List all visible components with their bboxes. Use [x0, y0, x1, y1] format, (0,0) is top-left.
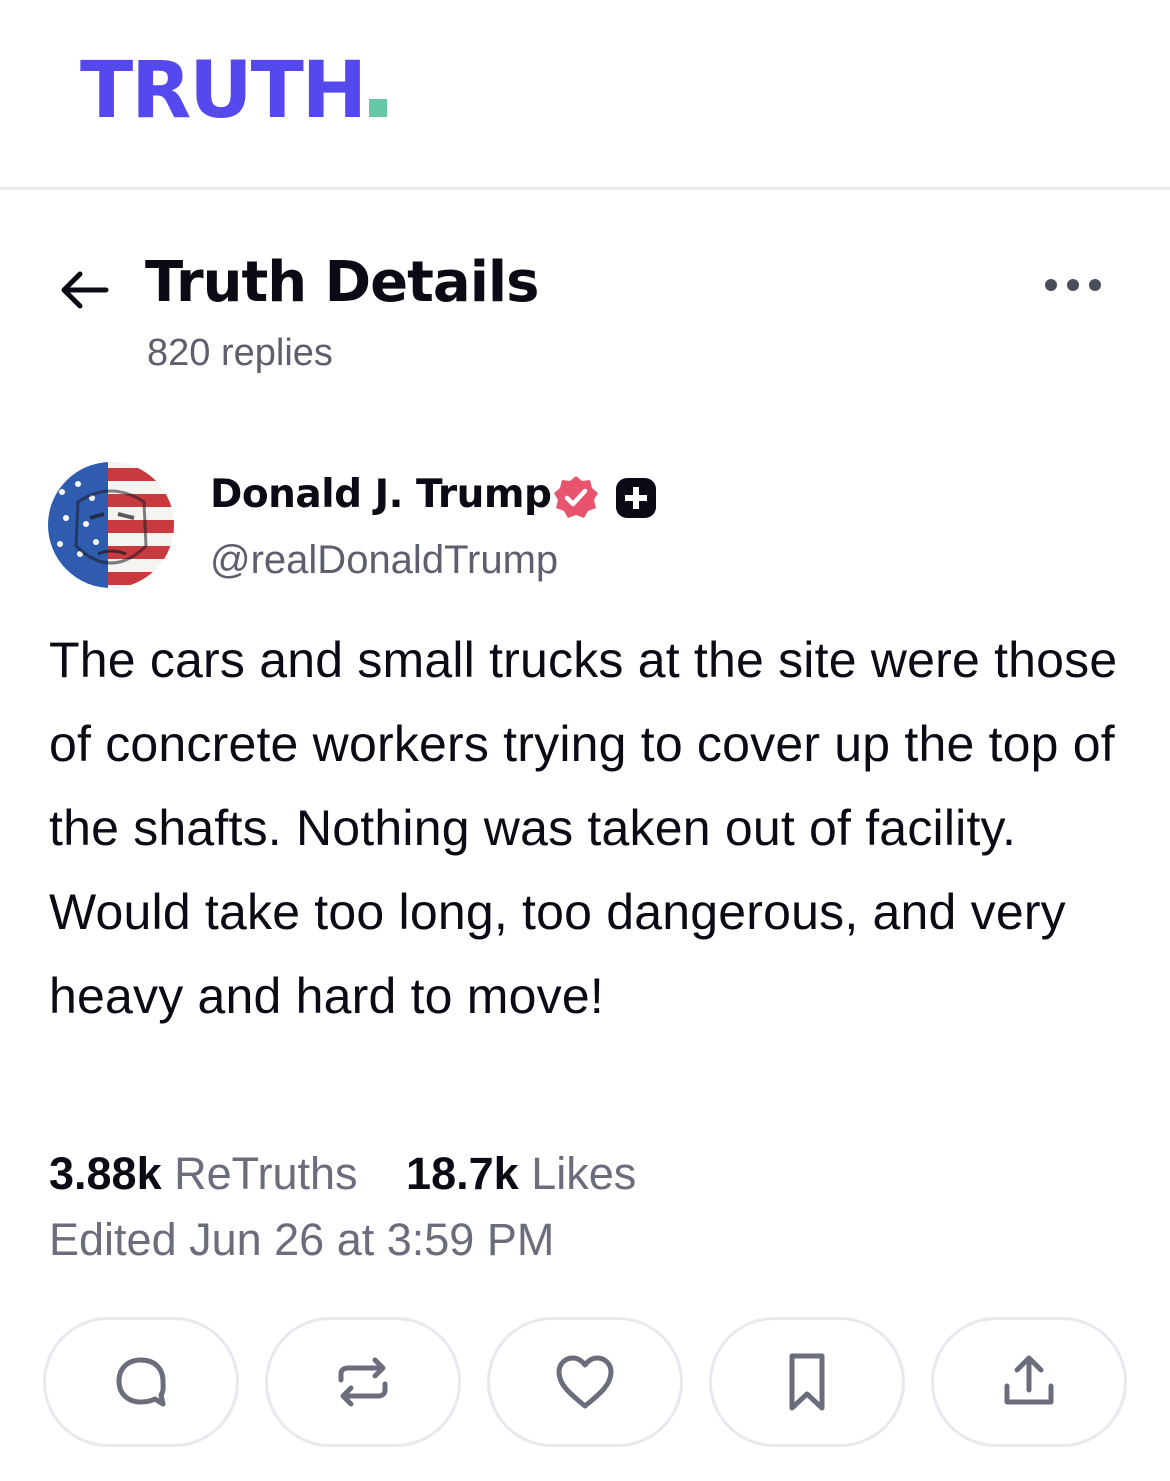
repost-icon: [338, 1357, 388, 1407]
arrow-left-icon: [61, 271, 109, 309]
comment-icon: [116, 1357, 166, 1407]
post-author: Donald J. Trump @realDonaldTrump: [0, 460, 1170, 590]
bookmark-icon: [789, 1353, 825, 1411]
share-button[interactable]: [931, 1317, 1127, 1447]
avatar-image: [48, 462, 174, 588]
truth-plus-icon: [614, 476, 658, 520]
page-header: Truth Details 820 replies: [0, 240, 1170, 390]
page-title: Truth Details: [145, 250, 539, 315]
logo-dot: [369, 99, 388, 117]
logo-text: TRUTH: [80, 46, 367, 136]
like-button[interactable]: [487, 1317, 683, 1447]
top-bar: TRUTH: [0, 0, 1170, 190]
heart-icon: [556, 1355, 614, 1409]
edited-timestamp: Edited Jun 26 at 3:59 PM: [49, 1214, 555, 1265]
retruths-label[interactable]: ReTruths: [174, 1148, 357, 1199]
likes-count[interactable]: 18.7k: [406, 1148, 519, 1199]
ellipsis-icon: [1045, 279, 1101, 291]
more-options-button[interactable]: [1040, 270, 1106, 300]
author-handle[interactable]: @realDonaldTrump: [210, 538, 558, 583]
back-button[interactable]: [56, 262, 112, 318]
action-bar: [0, 1317, 1170, 1449]
post-stats: 3.88k ReTruths 18.7k Likes: [49, 1148, 672, 1200]
avatar[interactable]: [48, 462, 174, 588]
share-icon: [1004, 1355, 1054, 1405]
retruth-button[interactable]: [265, 1317, 461, 1447]
post-text: The cars and small trucks at the site we…: [49, 632, 1118, 1024]
likes-label[interactable]: Likes: [531, 1148, 636, 1199]
retruths-count[interactable]: 3.88k: [49, 1148, 162, 1199]
truth-logo[interactable]: TRUTH: [80, 52, 388, 130]
bookmark-button[interactable]: [709, 1317, 905, 1447]
author-name[interactable]: Donald J. Trump: [210, 472, 552, 517]
reply-count: 820 replies: [147, 332, 333, 374]
reply-button[interactable]: [43, 1317, 239, 1447]
verified-badge-icon: [552, 474, 600, 522]
